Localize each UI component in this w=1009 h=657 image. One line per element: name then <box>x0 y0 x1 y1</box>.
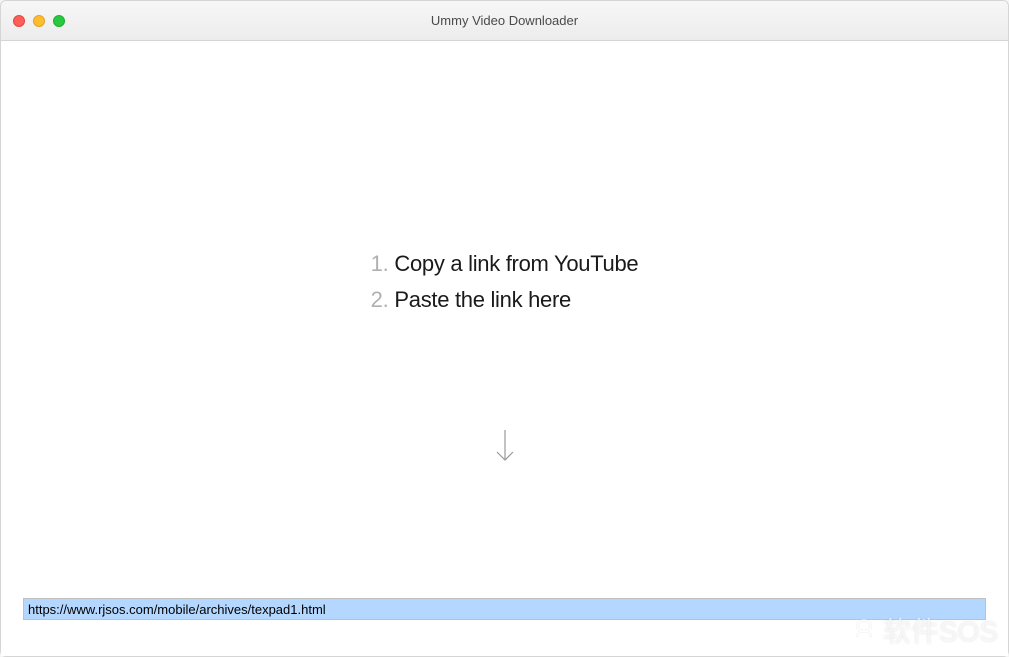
step-number: 2. <box>371 287 389 313</box>
url-input-container <box>23 598 986 620</box>
close-button[interactable] <box>13 15 25 27</box>
minimize-button[interactable] <box>33 15 45 27</box>
app-window: Ummy Video Downloader 1. Copy a link fro… <box>0 0 1009 657</box>
traffic-lights <box>1 15 65 27</box>
instruction-step-1: 1. Copy a link from YouTube <box>371 251 639 277</box>
instruction-step-2: 2. Paste the link here <box>371 287 571 313</box>
arrow-down-icon <box>494 428 516 469</box>
window-title: Ummy Video Downloader <box>1 13 1008 28</box>
step-number: 1. <box>371 251 389 277</box>
url-input[interactable] <box>23 598 986 620</box>
content-area: 1. Copy a link from YouTube 2. Paste the… <box>1 41 1008 656</box>
instructions: 1. Copy a link from YouTube 2. Paste the… <box>371 251 639 313</box>
titlebar[interactable]: Ummy Video Downloader <box>1 1 1008 41</box>
step-text: Paste the link here <box>394 287 571 313</box>
maximize-button[interactable] <box>53 15 65 27</box>
step-text: Copy a link from YouTube <box>394 251 638 277</box>
watermark-icon <box>851 617 877 643</box>
